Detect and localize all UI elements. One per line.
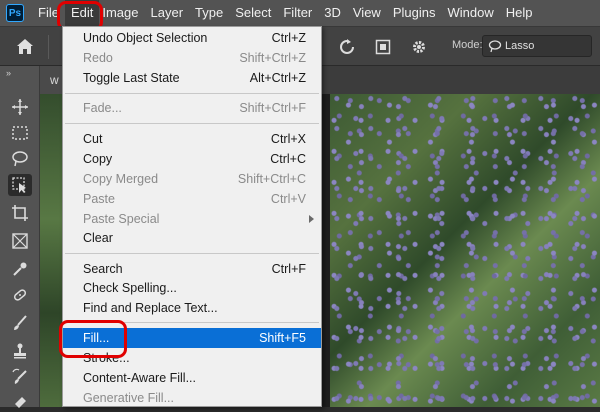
frame-tool-icon[interactable] xyxy=(8,230,32,252)
menu-item-shortcut: Ctrl+Z xyxy=(271,31,306,45)
menu-item-label: Undo Object Selection xyxy=(83,31,208,45)
healing-brush-tool-icon[interactable] xyxy=(8,284,32,306)
menu-item-shortcut: Shift+F5 xyxy=(259,331,306,345)
menu-item-label: Redo xyxy=(83,51,113,65)
menu-view[interactable]: View xyxy=(347,0,387,26)
home-icon[interactable] xyxy=(14,36,36,58)
menu-separator xyxy=(65,123,319,124)
refresh-icon[interactable] xyxy=(338,38,356,56)
menu-separator xyxy=(65,253,319,254)
collapse-panel-icon[interactable]: » xyxy=(6,68,11,78)
move-tool-icon[interactable] xyxy=(8,96,32,118)
menu-bar: Ps File Edit Image Layer Type Select Fil… xyxy=(0,0,600,26)
mode-select-value: Lasso xyxy=(505,40,535,52)
menu-item-label: Clear xyxy=(83,231,113,245)
menu-item-toggle-last-state[interactable]: Toggle Last State Alt+Ctrl+Z xyxy=(63,68,321,88)
tools-panel: » xyxy=(0,66,40,408)
menu-item-check-spelling[interactable]: Check Spelling... xyxy=(63,278,321,298)
menu-item-label: Fill... xyxy=(83,331,110,345)
select-subject-icon[interactable] xyxy=(374,38,392,56)
object-selection-tool-icon[interactable] xyxy=(8,174,32,196)
menu-item-shortcut: Ctrl+V xyxy=(270,192,306,206)
canvas-image[interactable] xyxy=(330,94,600,407)
menu-item-stroke[interactable]: Stroke... xyxy=(63,348,321,368)
menu-item-shortcut: Ctrl+F xyxy=(271,262,306,276)
menu-item-shortcut: Shift+Ctrl+Z xyxy=(239,51,306,65)
menu-item-copy-merged[interactable]: Copy Merged Shift+Ctrl+C xyxy=(63,169,321,189)
lasso-tool-icon[interactable] xyxy=(8,148,32,170)
menu-item-shortcut: Shift+Ctrl+C xyxy=(237,172,306,186)
gear-icon[interactable] xyxy=(410,38,428,56)
brush-tool-icon[interactable] xyxy=(8,312,32,334)
menu-select[interactable]: Select xyxy=(229,0,277,26)
menu-item-label: Cut xyxy=(83,132,103,146)
mode-select[interactable]: Lasso xyxy=(482,35,592,57)
menu-item-find-replace[interactable]: Find and Replace Text... xyxy=(63,298,321,318)
menu-item-label: Generative Fill... xyxy=(83,391,175,405)
menu-window[interactable]: Window xyxy=(441,0,499,26)
menu-plugins[interactable]: Plugins xyxy=(387,0,442,26)
menu-item-undo[interactable]: Undo Object Selection Ctrl+Z xyxy=(63,28,321,48)
menu-item-label: Search xyxy=(83,262,123,276)
mode-label: Mode: xyxy=(452,39,483,51)
menu-item-generative-fill[interactable]: Generative Fill... xyxy=(63,388,321,408)
menu-item-label: Toggle Last State xyxy=(83,71,180,85)
crop-tool-icon[interactable] xyxy=(8,202,32,224)
menu-item-label: Copy Merged xyxy=(83,172,159,186)
menu-filter[interactable]: Filter xyxy=(277,0,318,26)
menu-type[interactable]: Type xyxy=(189,0,229,26)
menu-help[interactable]: Help xyxy=(500,0,539,26)
menu-image[interactable]: Image xyxy=(99,0,144,26)
menu-item-paste-special[interactable]: Paste Special xyxy=(63,209,321,229)
menu-item-label: Fade... xyxy=(83,101,122,115)
menu-3d[interactable]: 3D xyxy=(318,0,347,26)
lasso-icon xyxy=(488,40,502,53)
menu-item-label: Content-Aware Fill... xyxy=(83,371,197,385)
menu-layer[interactable]: Layer xyxy=(145,0,190,26)
menu-separator xyxy=(65,93,319,94)
edit-menu-dropdown: Undo Object Selection Ctrl+Z Redo Shift+… xyxy=(62,26,322,407)
menu-item-copy[interactable]: Copy Ctrl+C xyxy=(63,149,321,169)
menu-item-paste[interactable]: Paste Ctrl+V xyxy=(63,189,321,209)
menu-item-fill[interactable]: Fill... Shift+F5 xyxy=(63,328,321,348)
menu-item-label: Copy xyxy=(83,152,113,166)
menu-item-content-aware-fill[interactable]: Content-Aware Fill... xyxy=(63,368,321,388)
menu-item-shortcut: Shift+Ctrl+F xyxy=(239,101,306,115)
menu-file[interactable]: File xyxy=(32,0,65,26)
photoshop-logo-icon: Ps xyxy=(6,4,24,22)
history-brush-tool-icon[interactable] xyxy=(8,366,32,388)
menu-item-label: Check Spelling... xyxy=(83,281,177,295)
menu-item-shortcut: Ctrl+X xyxy=(270,132,306,146)
canvas-image-left-edge xyxy=(40,94,62,407)
menu-item-label: Find and Replace Text... xyxy=(83,301,218,315)
menu-item-redo[interactable]: Redo Shift+Ctrl+Z xyxy=(63,48,321,68)
eyedropper-tool-icon[interactable] xyxy=(8,258,32,280)
marquee-tool-icon[interactable] xyxy=(8,122,32,144)
options-divider xyxy=(48,35,49,59)
eraser-tool-icon[interactable] xyxy=(8,390,32,412)
menu-edit[interactable]: Edit xyxy=(64,0,100,26)
menu-separator xyxy=(65,322,319,323)
menu-item-shortcut: Alt+Ctrl+Z xyxy=(249,71,306,85)
menu-item-label: Stroke... xyxy=(83,351,130,365)
menu-item-label: Paste xyxy=(83,192,115,206)
menu-item-cut[interactable]: Cut Ctrl+X xyxy=(63,129,321,149)
menu-item-label: Paste Special xyxy=(83,212,160,226)
menu-item-fade[interactable]: Fade... Shift+Ctrl+F xyxy=(63,98,321,118)
menu-item-clear[interactable]: Clear xyxy=(63,228,321,248)
submenu-arrow-icon xyxy=(309,215,314,223)
menu-item-search[interactable]: Search Ctrl+F xyxy=(63,259,321,279)
menu-item-shortcut: Ctrl+C xyxy=(270,152,306,166)
clone-stamp-tool-icon[interactable] xyxy=(8,340,32,362)
